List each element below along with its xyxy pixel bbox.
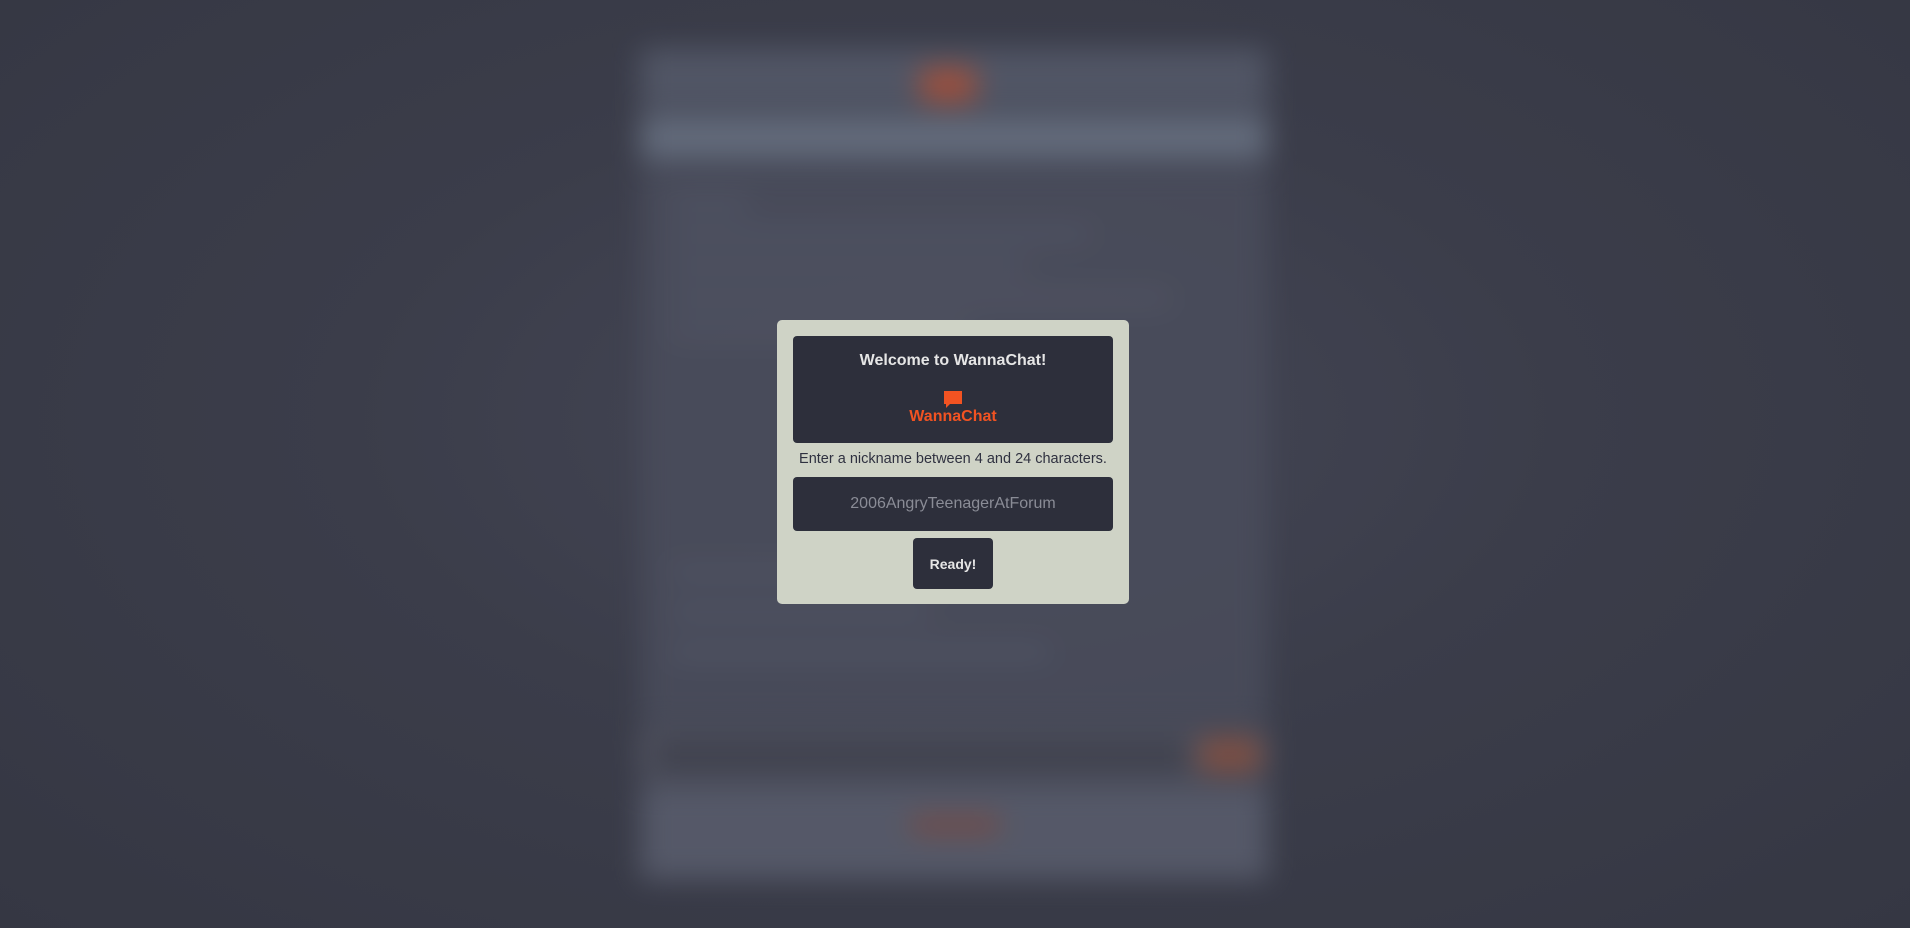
background-line (670, 198, 750, 206)
modal-title: Welcome to WannaChat! (859, 352, 1047, 369)
background-line (670, 262, 1030, 270)
background-banner (640, 116, 1268, 160)
background-input-field (652, 742, 1192, 768)
chat-bubble-icon (944, 391, 962, 408)
background-logo (920, 68, 976, 102)
nickname-instructions: Enter a nickname between 4 and 24 charac… (799, 451, 1107, 467)
nickname-input[interactable] (793, 477, 1113, 531)
background-line (670, 608, 930, 616)
ready-button[interactable]: Ready! (913, 538, 993, 589)
background-line (670, 648, 1050, 656)
brand-logo: WannaChat (793, 390, 1113, 426)
background-footer (640, 784, 1268, 880)
welcome-card: Welcome to WannaChat! WannaChat (793, 336, 1113, 443)
background-send-button (1200, 738, 1260, 772)
nickname-modal: Welcome to WannaChat! WannaChat Enter a … (777, 320, 1129, 604)
brand-name: WannaChat (909, 408, 997, 425)
background-line (670, 294, 1170, 302)
background-footer-mark (910, 818, 1000, 832)
background-line (670, 230, 1090, 238)
